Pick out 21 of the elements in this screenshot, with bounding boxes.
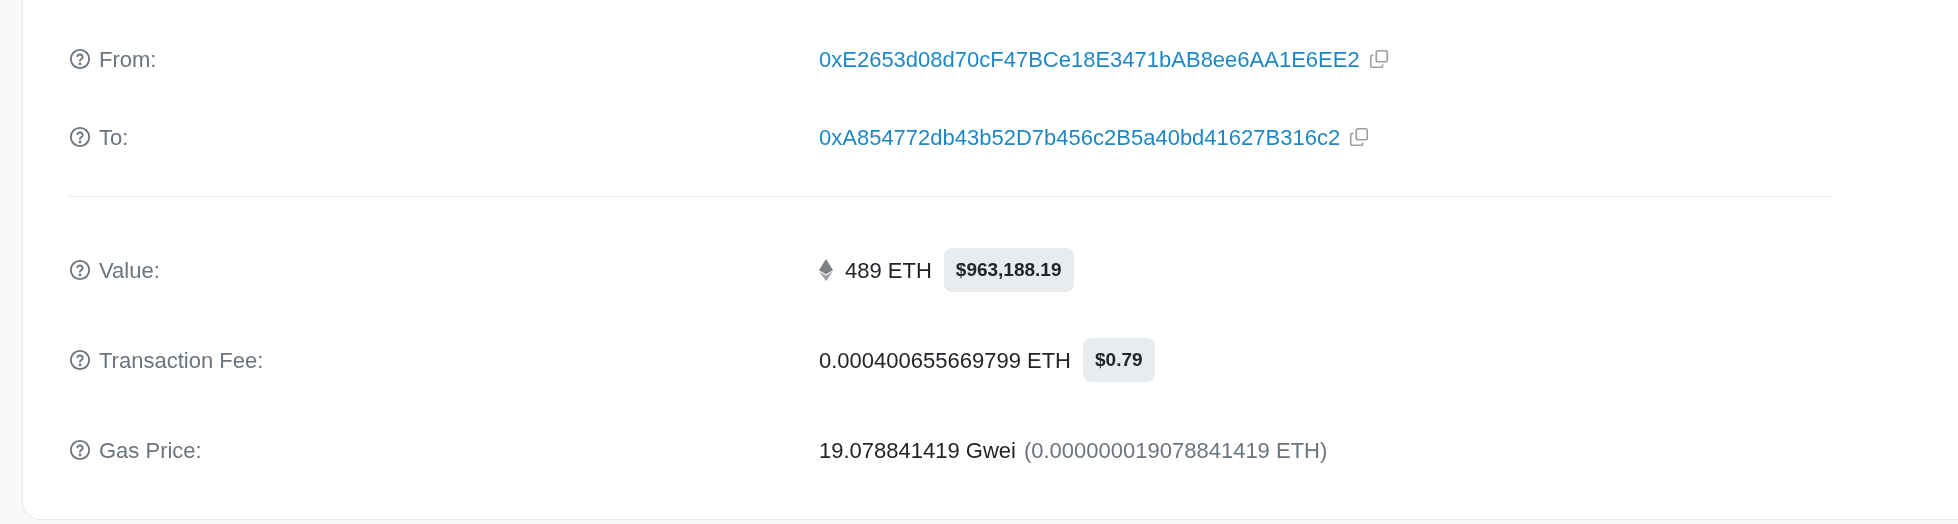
help-icon[interactable]: [69, 259, 91, 281]
copy-icon[interactable]: [1348, 126, 1371, 148]
gas-price-text: 19.078841419 Gwei: [819, 436, 1016, 465]
field-label: From:: [99, 45, 157, 74]
usd-badge: $963,188.19: [943, 247, 1074, 293]
ether-icon: [819, 259, 833, 281]
field-label: Value:: [99, 256, 160, 285]
address-link[interactable]: 0xA854772db43b52D7b456c2B5a40bd41627B316c2: [819, 120, 1341, 154]
amount-text: 0.000400655669799 ETH: [819, 346, 1071, 375]
usd-badge: $0.79: [1083, 337, 1155, 383]
field-label: To:: [99, 123, 129, 152]
copy-icon[interactable]: [1367, 48, 1390, 70]
help-icon[interactable]: [69, 126, 91, 148]
help-icon[interactable]: [69, 349, 91, 371]
help-icon[interactable]: [69, 439, 91, 461]
address-link[interactable]: 0xE2653d08d70cF47BCe18E3471bAB8ee6AA1E6EE2: [819, 42, 1360, 76]
field-label: Transaction Fee:: [99, 346, 264, 375]
gas-eth-text: (0.000000019078841419 ETH): [1023, 436, 1328, 465]
field-label: Gas Price:: [99, 436, 202, 465]
amount-text: 489 ETH: [845, 256, 932, 285]
help-icon[interactable]: [69, 48, 91, 70]
